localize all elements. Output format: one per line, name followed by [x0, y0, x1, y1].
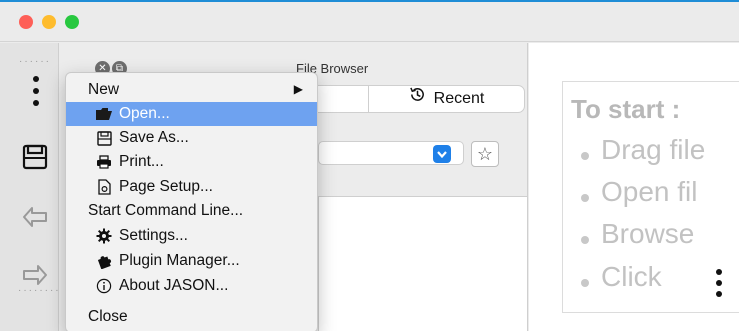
- tab-recent[interactable]: Recent: [368, 86, 524, 112]
- menu-item-page-setup[interactable]: Page Setup...: [66, 175, 317, 199]
- page-setup-icon: [95, 178, 113, 196]
- menu-item-new[interactable]: New ▶: [66, 78, 317, 102]
- menu-item-close[interactable]: Close: [66, 305, 317, 329]
- bullet-icon: [581, 194, 589, 202]
- menu-item-label: New: [88, 81, 120, 98]
- history-icon: [409, 86, 426, 112]
- file-list[interactable]: [318, 196, 528, 331]
- menu-item-plugin-manager[interactable]: Plugin Manager...: [66, 249, 317, 273]
- menu-item-label: Page Setup...: [119, 178, 213, 195]
- tab-recent-label: Recent: [433, 90, 485, 107]
- kebab-menu-icon: [716, 269, 722, 297]
- chevron-down-icon: [433, 145, 451, 163]
- zoom-window-button[interactable]: [65, 15, 79, 29]
- more-menu-button[interactable]: [33, 76, 39, 112]
- favorite-star-button[interactable]: ☆: [471, 141, 499, 167]
- menu-item-about[interactable]: About JASON...: [66, 274, 317, 298]
- bullet-icon: [581, 152, 589, 160]
- info-icon: [95, 277, 113, 295]
- bullet-icon: [581, 236, 589, 244]
- menu-item-label: Plugin Manager...: [119, 252, 240, 269]
- printer-icon: [95, 153, 113, 171]
- menu-item-label: Start Command Line...: [88, 202, 244, 219]
- title-bar: [0, 2, 739, 42]
- gear-icon: [95, 227, 113, 245]
- save-icon[interactable]: [21, 143, 49, 171]
- path-dropdown[interactable]: [318, 141, 464, 165]
- start-item-browse: Browse: [601, 218, 695, 249]
- save-icon: [95, 129, 113, 147]
- close-window-button[interactable]: [19, 15, 33, 29]
- left-toolbar: ······ ·········: [0, 43, 64, 331]
- star-icon: ☆: [476, 144, 494, 164]
- menu-item-open[interactable]: Open...: [66, 102, 317, 126]
- menu-item-label: Save As...: [119, 129, 189, 146]
- menu-item-save-as[interactable]: Save As...: [66, 126, 317, 150]
- bullet-icon: [581, 279, 589, 287]
- start-item-open: Open fil: [601, 176, 698, 207]
- start-item-drag: Drag file: [601, 134, 706, 165]
- menu-item-label: Close: [88, 308, 128, 325]
- start-item-click: Click: [601, 261, 662, 292]
- menu-item-label: About JASON...: [119, 277, 229, 294]
- submenu-arrow-icon: ▶: [293, 82, 303, 96]
- puzzle-icon: [95, 252, 113, 270]
- minimize-window-button[interactable]: [42, 15, 56, 29]
- start-box: To start : Drag file Open fil Browse Cli…: [562, 81, 739, 313]
- menu-item-settings[interactable]: Settings...: [66, 224, 317, 248]
- menu-item-label: Print...: [119, 153, 164, 170]
- menu-item-start-command-line[interactable]: Start Command Line...: [66, 199, 317, 223]
- menu-item-label: Open...: [119, 105, 170, 122]
- app-window: ······ ········· ✕ ⧉ File Browser tes: [0, 0, 739, 331]
- undo-icon[interactable]: [21, 203, 49, 231]
- start-title: To start :: [571, 94, 681, 124]
- menu-item-label: Settings...: [119, 227, 188, 244]
- folder-icon: [95, 105, 113, 123]
- toolbar-grip-bottom[interactable]: ·········: [18, 285, 66, 296]
- path-row: ☆: [318, 141, 528, 167]
- menu-item-print[interactable]: Print...: [66, 150, 317, 174]
- toolbar-grip-top[interactable]: ······: [19, 56, 51, 67]
- welcome-area: To start : Drag file Open fil Browse Cli…: [529, 43, 739, 331]
- file-menu: New ▶ Open... Save As... Print... Page S…: [65, 72, 318, 331]
